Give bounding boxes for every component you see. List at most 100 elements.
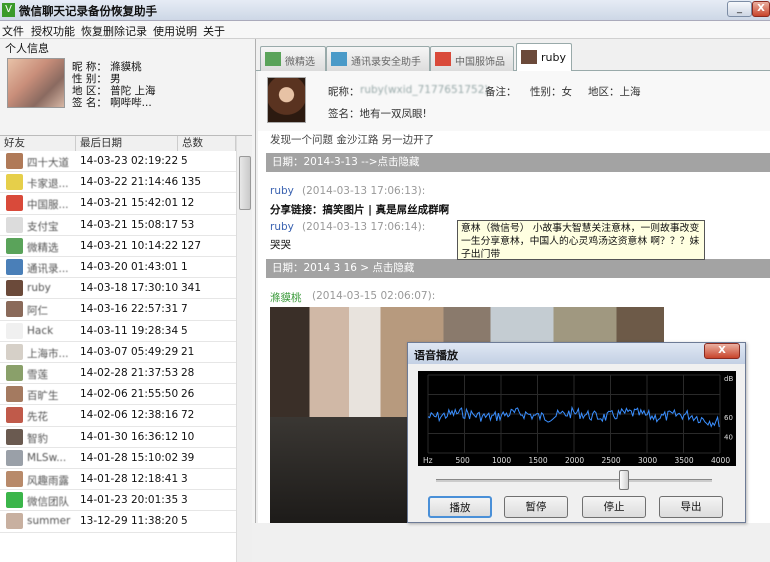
friend-row[interactable]: Hack 14-03-11 19:28:34 5 xyxy=(0,321,236,342)
contact-gender: 性别：女 xyxy=(530,86,572,98)
friend-name: 风趣雨露 xyxy=(27,475,69,487)
stop-button[interactable]: 停止 xyxy=(582,496,646,518)
playback-slider-thumb[interactable] xyxy=(618,470,629,490)
profile-group-label: 个人信息 xyxy=(5,42,49,55)
friend-row[interactable]: 上海市... 14-03-07 05:49:29 21 xyxy=(0,342,236,363)
date-separator[interactable]: 日期：2014-3-13 -->点击隐藏 xyxy=(266,153,770,172)
friend-name: 卡家退... xyxy=(27,178,69,191)
friend-row[interactable]: 四十大道 14-03-23 02:19:22 5 xyxy=(0,151,236,173)
friend-count: 26 xyxy=(181,388,195,401)
friend-last-date: 14-01-28 15:10:02 xyxy=(80,451,179,464)
frequency-label: Hz xyxy=(423,456,433,465)
friend-row[interactable]: 微信团队 14-01-23 20:01:35 3 xyxy=(0,490,236,512)
column-header-friend[interactable]: 好友 xyxy=(0,136,76,151)
friend-last-date: 14-03-16 22:57:31 xyxy=(80,303,179,316)
friend-row[interactable]: 雪莲 14-02-28 21:37:53 28 xyxy=(0,363,236,385)
export-button[interactable]: 导出 xyxy=(659,496,723,518)
pause-button[interactable]: 暂停 xyxy=(504,496,568,518)
tab-avatar-icon xyxy=(265,52,281,66)
friend-name: 雪莲 xyxy=(27,369,48,381)
close-button[interactable]: X xyxy=(752,1,770,17)
tab-clothing[interactable]: 中国服饰品 xyxy=(430,46,514,71)
tab-label: ruby xyxy=(541,51,566,64)
friend-avatar xyxy=(6,174,23,191)
friend-row[interactable]: 阿仁 14-03-16 22:57:31 7 xyxy=(0,299,236,321)
contact-info-bar: 昵称： ruby(wxid_7177651752) 备注： 性别：女 地区：上海… xyxy=(258,71,770,131)
message-time: (2014-03-13 17:06:14): xyxy=(302,221,426,233)
column-header-date[interactable]: 最后日期 xyxy=(76,136,178,151)
play-button[interactable]: 播放 xyxy=(428,496,492,518)
menu-file[interactable]: 文件 xyxy=(2,23,24,39)
friend-last-date: 14-03-21 15:08:17 xyxy=(80,218,179,231)
message-text: 哭哭 xyxy=(270,239,291,251)
tab-weijingxuan[interactable]: 微精选 xyxy=(260,46,326,71)
friend-row[interactable]: MLSw... 14-01-28 15:10:02 39 xyxy=(0,448,236,469)
friend-count: 5 xyxy=(181,324,188,337)
menu-license[interactable]: 授权功能 xyxy=(31,23,75,39)
friend-avatar xyxy=(6,343,23,360)
friend-row[interactable]: 先花 14-02-06 12:38:16 72 xyxy=(0,405,236,427)
date-separator[interactable]: 日期：2014 3 16 > 点击隐藏 xyxy=(266,259,770,278)
column-header-count[interactable]: 总数 xyxy=(178,136,236,151)
friend-count: 135 xyxy=(181,176,202,189)
message-sender: 滌貘桃 xyxy=(270,292,302,304)
friend-row[interactable]: 卡家退... 14-03-22 21:14:46 135 xyxy=(0,172,236,194)
contact-nickname-value: ruby(wxid_7177651752) xyxy=(360,84,489,96)
friend-row[interactable]: 智豹 14-01-30 16:36:12 10 xyxy=(0,427,236,448)
friend-count: 1 xyxy=(181,261,188,273)
left-panel: 个人信息 昵 称： 滌貘桃 性 别： 男 地 区： 普陀 上海 签 名： 啊哔哔… xyxy=(0,39,256,562)
db-label: 40 xyxy=(724,434,733,442)
friend-avatar xyxy=(6,365,23,381)
friend-last-date: 14-03-18 17:30:10 xyxy=(80,282,179,295)
friend-row[interactable]: ruby 14-03-18 17:30:10 341 xyxy=(0,278,236,300)
title-bar: V 微信聊天记录备份恢复助手 _ X xyxy=(0,0,770,21)
frequency-label: 2500 xyxy=(602,456,621,465)
minimize-button[interactable]: _ xyxy=(727,1,752,17)
db-label: dB xyxy=(724,375,733,383)
friend-count: 5 xyxy=(181,155,188,167)
friend-row[interactable]: summer 13-12-29 11:38:20 5 xyxy=(0,511,236,533)
friend-avatar xyxy=(6,492,23,509)
friend-row[interactable]: 中国服... 14-03-21 15:42:01 12 xyxy=(0,193,236,215)
friend-name: 四十大道 xyxy=(27,157,69,169)
tab-ruby[interactable]: ruby xyxy=(516,43,572,71)
friend-name: 通讯录... xyxy=(27,263,69,275)
friend-name: 支付宝 xyxy=(27,220,59,233)
friend-last-date: 14-03-22 21:14:46 xyxy=(80,176,179,189)
link-tooltip: 意林（微信号） 小故事大智慧关注意林，一则故事改变一生分享意林，中国人的心灵鸡汤… xyxy=(457,220,705,260)
friend-last-date: 13-12-29 11:38:20 xyxy=(80,515,179,528)
menu-about[interactable]: 关于 xyxy=(203,23,225,39)
friend-name: 微精选 xyxy=(27,241,59,254)
spectrum-display: Hz 500 1000 1500 2000 2500 3000 3500 4000 dB 60 40 xyxy=(418,371,736,466)
friend-row[interactable]: 微精选 14-03-21 10:14:22 127 xyxy=(0,236,236,257)
friend-name: ruby xyxy=(27,282,51,295)
scroll-thumb[interactable] xyxy=(239,156,251,210)
message-text: 分享链接：搞笑图片 | 真是屌丝成群啊 xyxy=(270,204,450,216)
friend-row[interactable]: 通讯录... 14-03-20 01:43:01 1 xyxy=(0,257,236,279)
menu-bar: 文件 授权功能 恢复删除记录 使用说明 关于 xyxy=(0,21,770,39)
frequency-label: 500 xyxy=(456,456,471,465)
friend-count: 341 xyxy=(181,282,202,295)
friend-count: 53 xyxy=(181,218,195,231)
friend-count: 39 xyxy=(181,451,195,464)
tab-avatar-icon xyxy=(331,52,347,66)
tab-strip: 微精选 通讯录安全助手 中国服饰品 ruby xyxy=(256,39,770,71)
friend-last-date: 14-03-23 02:19:22 xyxy=(80,155,179,167)
friend-avatar xyxy=(6,449,23,466)
playback-slider-track[interactable] xyxy=(436,479,712,482)
friend-row[interactable]: 百旷生 14-02-06 21:55:50 26 xyxy=(0,384,236,406)
frequency-label: 2000 xyxy=(565,456,584,465)
tab-contacts-helper[interactable]: 通讯录安全助手 xyxy=(326,46,430,71)
friend-scrollbar[interactable] xyxy=(236,136,252,562)
friend-name: 先花 xyxy=(27,411,48,424)
friend-last-date: 14-03-07 05:49:29 xyxy=(80,345,179,358)
menu-recover[interactable]: 恢复删除记录 xyxy=(81,23,147,39)
friend-row[interactable]: 支付宝 14-03-21 15:08:17 53 xyxy=(0,215,236,236)
friend-name: 阿仁 xyxy=(27,305,48,318)
user-avatar xyxy=(7,58,65,108)
friend-avatar xyxy=(6,301,23,318)
menu-help[interactable]: 使用说明 xyxy=(153,23,197,39)
frequency-label: 1000 xyxy=(492,456,511,465)
friend-row[interactable]: 风趣雨露 14-01-28 12:18:41 3 xyxy=(0,469,236,491)
dialog-close-button[interactable]: X xyxy=(704,343,740,359)
